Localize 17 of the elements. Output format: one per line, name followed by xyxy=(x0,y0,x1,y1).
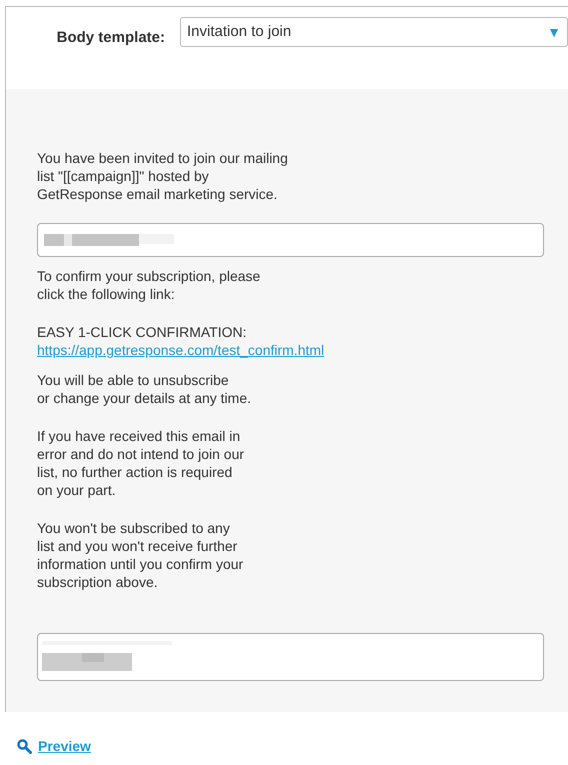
template-dropdown[interactable]: Invitation to join ▼ xyxy=(180,17,568,47)
input-field[interactable] xyxy=(37,633,544,681)
confirmation-link[interactable]: https://app.getresponse.com/test_confirm.html xyxy=(37,341,324,359)
preview-link[interactable]: Preview xyxy=(38,736,91,757)
body-paragraph: You will be able to unsubscribe or change your details at any time. xyxy=(37,371,252,407)
field-label: Body template: xyxy=(56,28,166,48)
body-paragraph: You have been invited to join our mailing list "[[campaign]]" hosted by GetResponse email marketing service. xyxy=(37,149,289,203)
input-field[interactable] xyxy=(37,223,544,257)
confirmation-heading: EASY 1-CLICK CONFIRMATION: xyxy=(37,323,247,341)
body-paragraph: You won't be subscribed to any list and you won't receive further information until you confirm your subscription above. xyxy=(37,519,244,591)
search-icon xyxy=(17,739,32,754)
dropdown-value: Invitation to join xyxy=(187,22,292,42)
body-paragraph: If you have received this email in error and do not intend to join our list, no further action is required on your part. xyxy=(37,427,246,499)
redacted-content-icon xyxy=(42,641,172,673)
redacted-content-icon xyxy=(44,232,174,248)
dropdown-arrow-icon: ▼ xyxy=(547,22,561,42)
body-paragraph: To confirm your subscription, please click the following link: xyxy=(37,267,262,303)
